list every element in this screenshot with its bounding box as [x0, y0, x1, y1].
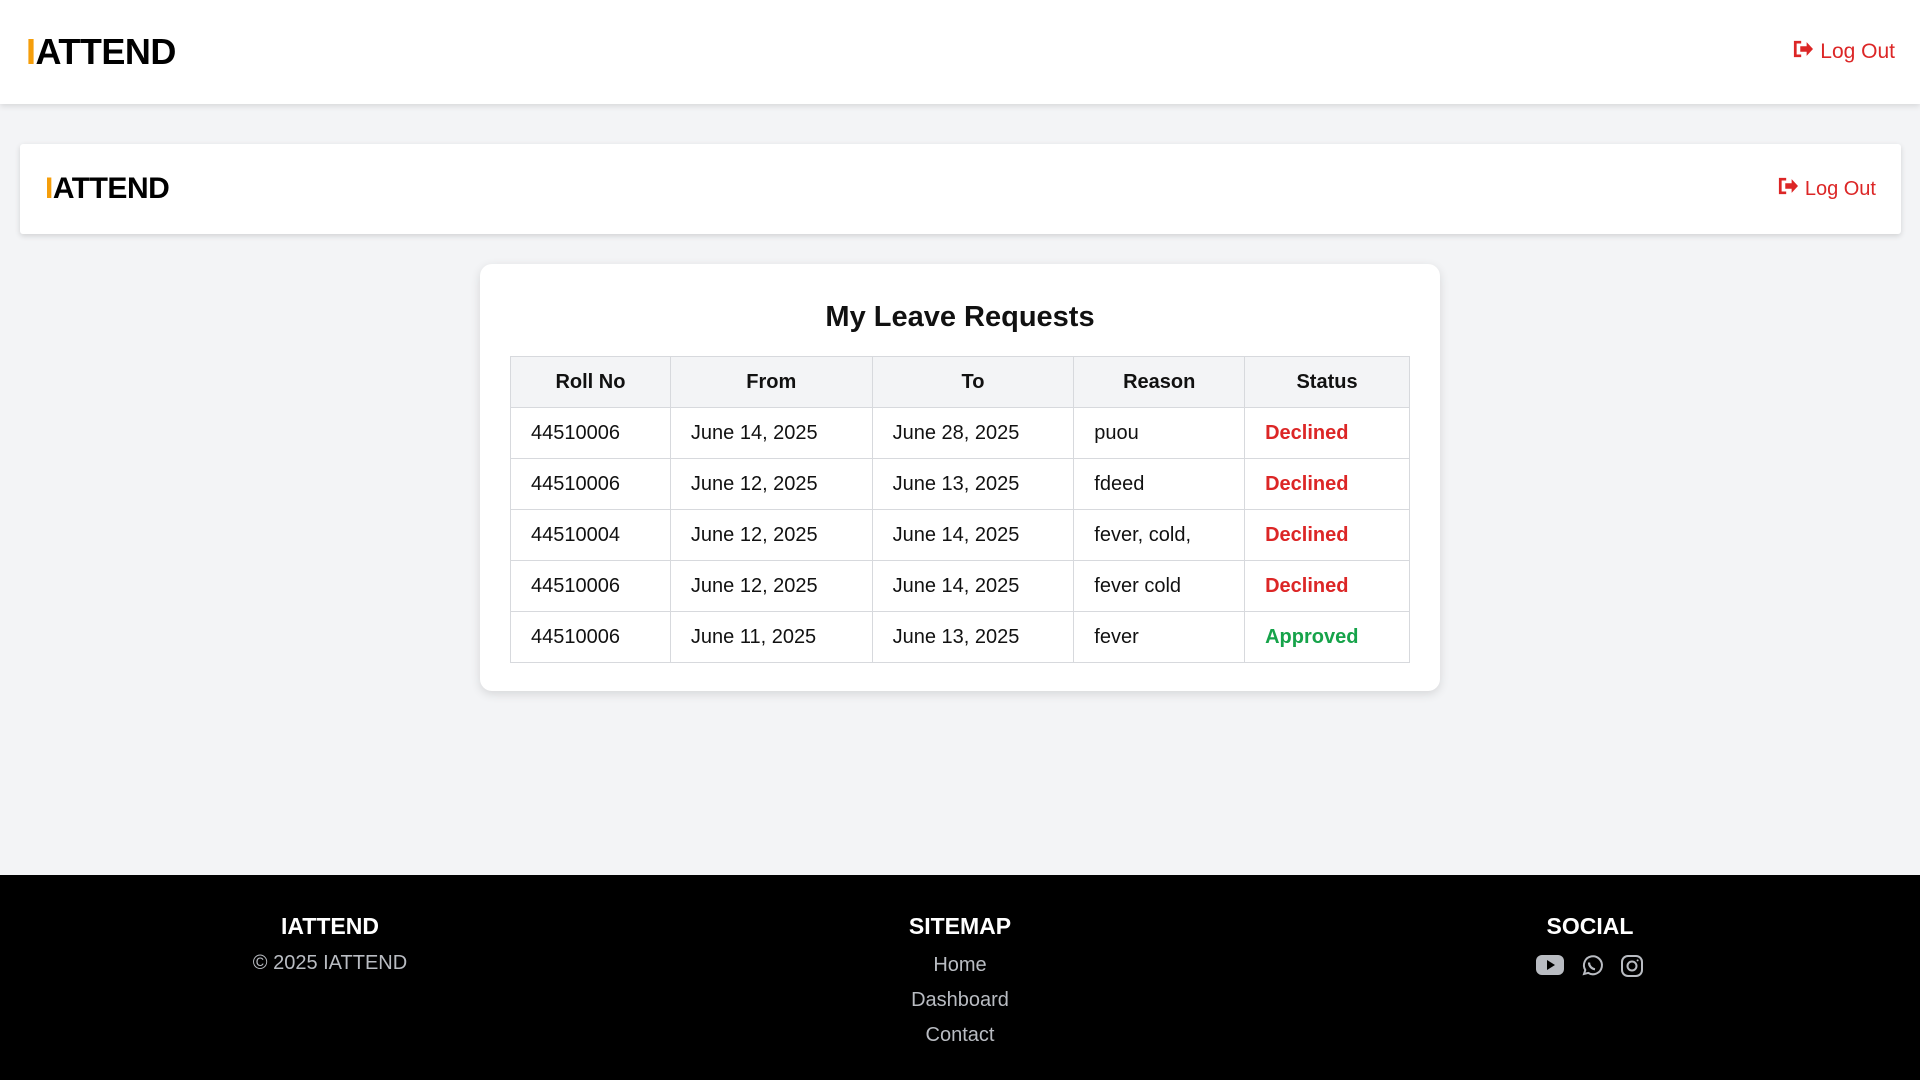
- nav-logout-button[interactable]: Log Out: [1777, 176, 1876, 202]
- column-header-to: To: [871, 356, 1075, 408]
- cell-from: June 12, 2025: [669, 509, 873, 561]
- nav-card: IATTEND Log Out: [20, 144, 1901, 234]
- footer-social-column: SOCIAL: [1390, 908, 1790, 978]
- nav-brand-logo-text: ATTEND: [52, 172, 170, 205]
- cell-roll-no: 44510004: [510, 509, 671, 561]
- column-header-status: Status: [1244, 356, 1410, 408]
- cell-from: June 12, 2025: [669, 458, 873, 510]
- status-badge: Declined: [1244, 560, 1410, 612]
- cell-from: June 14, 2025: [669, 407, 873, 459]
- cell-from: June 12, 2025: [669, 560, 873, 612]
- cell-reason: fever, cold,: [1073, 509, 1246, 561]
- cell-reason: fever: [1073, 611, 1246, 663]
- table-row: 44510006 June 12, 2025 June 14, 2025 fev…: [510, 560, 1410, 612]
- cell-to: June 13, 2025: [871, 611, 1075, 663]
- nav-brand-logo-accent: I: [45, 172, 53, 205]
- footer-sitemap-title: SITEMAP: [908, 913, 1012, 939]
- top-header: IATTEND Log Out: [0, 0, 1920, 104]
- footer-brand-column: IATTEND © 2025 IATTEND: [130, 908, 530, 975]
- nav-brand-logo[interactable]: IATTEND: [45, 172, 170, 206]
- sitemap-links: Home Dashboard Contact: [760, 952, 1160, 1057]
- cell-reason: fdeed: [1073, 458, 1246, 510]
- brand-logo[interactable]: IATTEND: [26, 31, 176, 73]
- page-title: My Leave Requests: [825, 301, 1095, 333]
- cell-roll-no: 44510006: [510, 458, 671, 510]
- brand-logo-text: ATTEND: [35, 31, 177, 72]
- footer-brand-title: IATTEND: [281, 913, 379, 939]
- table-row: 44510004 June 12, 2025 June 14, 2025 fev…: [510, 509, 1410, 561]
- table-header-row: Roll No From To Reason Status: [510, 356, 1410, 408]
- footer-sitemap-column: SITEMAP Home Dashboard Contact: [760, 908, 1160, 1057]
- logout-icon: [1792, 39, 1814, 65]
- column-header-from: From: [669, 356, 873, 408]
- cell-to: June 14, 2025: [871, 509, 1075, 561]
- sitemap-link-contact[interactable]: Contact: [760, 1022, 1160, 1057]
- footer-copyright: © 2025 IATTEND: [252, 952, 408, 974]
- social-icons: [1390, 954, 1790, 978]
- table-row: 44510006 June 14, 2025 June 28, 2025 puo…: [510, 407, 1410, 459]
- logout-button[interactable]: Log Out: [1792, 39, 1895, 65]
- logout-icon: [1777, 176, 1799, 202]
- status-badge: Declined: [1244, 509, 1410, 561]
- status-badge: Declined: [1244, 407, 1410, 459]
- status-badge: Approved: [1244, 611, 1410, 663]
- site-footer: IATTEND © 2025 IATTEND SITEMAP Home Dash…: [0, 875, 1920, 1080]
- table-row: 44510006 June 12, 2025 June 13, 2025 fde…: [510, 458, 1410, 510]
- sitemap-link-home[interactable]: Home: [760, 952, 1160, 987]
- leave-requests-panel: My Leave Requests Roll No From To Reason…: [480, 264, 1440, 691]
- logout-label: Log Out: [1820, 40, 1895, 63]
- cell-from: June 11, 2025: [669, 611, 873, 663]
- sitemap-link-dashboard[interactable]: Dashboard: [760, 987, 1160, 1022]
- column-header-reason: Reason: [1073, 356, 1246, 408]
- nav-logout-label: Log Out: [1804, 177, 1876, 200]
- cell-to: June 13, 2025: [871, 458, 1075, 510]
- cell-reason: fever cold: [1073, 560, 1246, 612]
- column-header-roll-no: Roll No: [510, 356, 671, 408]
- cell-reason: puou: [1073, 407, 1246, 459]
- cell-roll-no: 44510006: [510, 560, 671, 612]
- table-row: 44510006 June 11, 2025 June 13, 2025 fev…: [510, 611, 1410, 663]
- cell-roll-no: 44510006: [510, 611, 671, 663]
- whatsapp-icon[interactable]: [1580, 954, 1604, 978]
- cell-roll-no: 44510006: [510, 407, 671, 459]
- instagram-icon[interactable]: [1620, 954, 1644, 978]
- cell-to: June 28, 2025: [871, 407, 1075, 459]
- brand-logo-accent: I: [26, 31, 36, 72]
- leave-requests-table: Roll No From To Reason Status 44510006 J…: [510, 356, 1410, 663]
- cell-to: June 14, 2025: [871, 560, 1075, 612]
- footer-social-title: SOCIAL: [1546, 913, 1634, 939]
- status-badge: Declined: [1244, 458, 1410, 510]
- youtube-icon[interactable]: [1536, 954, 1564, 978]
